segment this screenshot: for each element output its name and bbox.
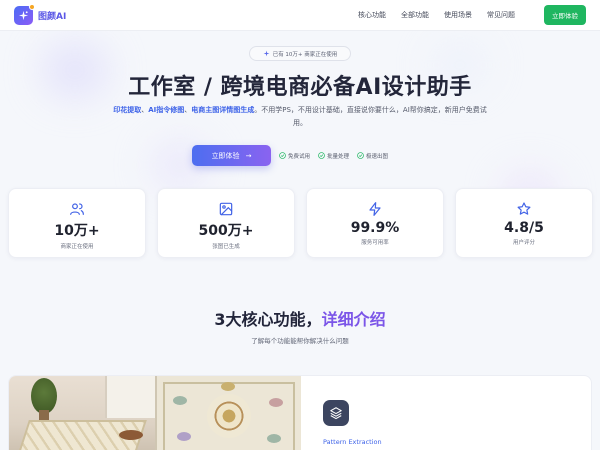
brand-name: 图颜AI <box>38 11 67 22</box>
stat-card-images: 500万+ 张图已生成 <box>157 188 295 258</box>
hero-subtitle-rest: 。不用学PS，不用设计基础，直接说你要什么，AI帮你搞定，新用户免费试用。 <box>254 106 487 127</box>
stat-label: 服务可用率 <box>361 240 389 246</box>
star-icon <box>517 202 531 215</box>
brand-logo[interactable]: 图颜AI <box>14 3 67 25</box>
check-fast: 极速出图 <box>357 152 388 160</box>
stat-value: 99.9% <box>350 220 400 236</box>
nav-try-now-button[interactable]: 立即体验 <box>544 5 586 25</box>
check-circle-icon <box>318 152 325 159</box>
users-icon <box>70 203 84 215</box>
layers-icon <box>323 400 349 426</box>
stat-card-merchants: 10万+ 商家正在使用 <box>8 188 146 258</box>
hero-try-now-button[interactable]: 立即体验 → <box>192 145 271 166</box>
nav-link-all-features[interactable]: 全部功能 <box>401 10 429 20</box>
sparkle-logo-icon <box>14 3 35 25</box>
nav-link-faq[interactable]: 常见问题 <box>487 10 515 20</box>
check-circle-icon <box>357 152 364 159</box>
top-navbar: 图颜AI 核心功能 全部功能 使用场景 常见问题 立即体验 <box>0 0 600 31</box>
check-circle-icon <box>279 152 286 159</box>
stat-label: 张图已生成 <box>212 244 240 250</box>
sparkle-icon <box>263 50 270 57</box>
highlight-print-extract: 印花提取 <box>113 106 142 114</box>
image-icon <box>219 202 233 216</box>
hero-subtitle: 印花提取、AI指令修图、电商主图详情图生成。不用学PS，不用设计基础，直接说你要… <box>113 106 487 127</box>
highlight-ai-edit: AI指令修图 <box>148 106 185 114</box>
arrow-right-icon: → <box>245 151 252 160</box>
features-subheading: 了解每个功能能帮你解决什么问题 <box>251 337 349 345</box>
stat-label: 用户评分 <box>512 240 535 246</box>
badge-text: 已有 10万+ 商家正在使用 <box>272 51 338 58</box>
users-badge: 已有 10万+ 商家正在使用 <box>249 46 351 61</box>
feature-card-pattern-extraction[interactable]: Pattern Extraction <box>8 375 592 450</box>
lightning-icon <box>369 202 381 216</box>
feature-name-en: Pattern Extraction <box>323 438 382 446</box>
features-heading: 3大核心功能，详细介绍 <box>214 310 386 329</box>
highlight-product-images: 电商主图详情图生成 <box>191 106 255 114</box>
stat-value: 500万+ <box>198 223 254 239</box>
check-batch: 批量处理 <box>318 152 349 160</box>
stat-value: 4.8/5 <box>504 220 544 236</box>
check-free-trial: 免费试用 <box>279 152 310 160</box>
nav-link-use-cases[interactable]: 使用场景 <box>444 10 472 20</box>
extracted-pattern-image <box>155 376 301 450</box>
stat-label: 商家正在使用 <box>60 244 94 250</box>
stat-card-uptime: 99.9% 服务可用率 <box>306 188 444 258</box>
stat-card-rating: 4.8/5 用户评分 <box>455 188 593 258</box>
room-rug-image <box>9 376 155 450</box>
stat-value: 10万+ <box>54 223 100 239</box>
nav-link-core-features[interactable]: 核心功能 <box>358 10 386 20</box>
hero-title: 工作室 / 跨境电商必备AI设计助手 <box>128 75 472 100</box>
